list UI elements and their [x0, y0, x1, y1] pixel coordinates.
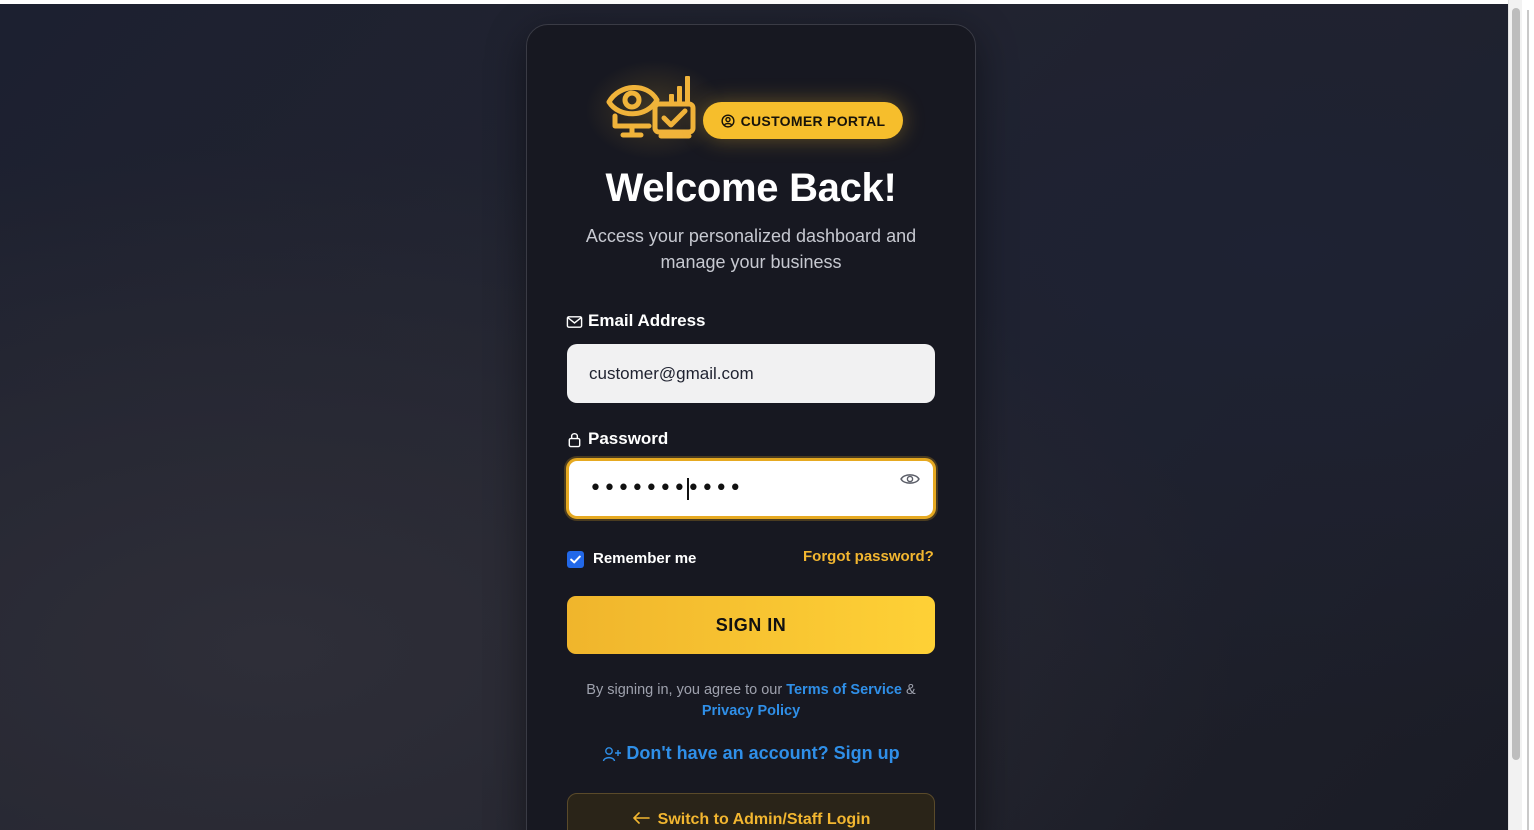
- signup-label: Don't have an account? Sign up: [626, 743, 900, 763]
- window-edge: [1522, 0, 1534, 830]
- password-label: Password: [566, 429, 668, 449]
- forgot-password-link[interactable]: Forgot password?: [803, 548, 934, 565]
- privacy-policy-link[interactable]: Privacy Policy: [702, 703, 800, 719]
- password-field-wrapper: [566, 458, 936, 519]
- portal-badge-label: CUSTOMER PORTAL: [740, 112, 886, 129]
- page-title: Welcome Back!: [605, 166, 897, 210]
- customer-portal-badge: CUSTOMER PORTAL: [703, 102, 903, 139]
- remember-me-checkbox[interactable]: [567, 551, 584, 568]
- checkmark-icon: [570, 555, 581, 564]
- remember-me: Remember me: [567, 548, 696, 568]
- switch-to-admin-login-button[interactable]: Switch to Admin/Staff Login: [567, 793, 935, 830]
- email-label-text: Email Address: [588, 311, 706, 330]
- email-field[interactable]: [567, 344, 935, 403]
- arrow-left-icon: [632, 812, 650, 824]
- show-password-toggle[interactable]: [899, 470, 921, 488]
- eye-icon: [900, 474, 920, 484]
- mail-icon: [566, 315, 583, 328]
- monitoring-logo-icon: [606, 76, 696, 139]
- user-circle-icon: [721, 113, 735, 128]
- switch-login-label: Switch to Admin/Staff Login: [657, 811, 871, 828]
- remember-me-label[interactable]: Remember me: [593, 550, 696, 567]
- legal-prefix: By signing in, you agree to our: [586, 682, 787, 698]
- text-caret: [687, 478, 689, 500]
- user-plus-icon: [603, 746, 622, 761]
- lock-icon: [568, 432, 581, 447]
- legal-joiner: &: [902, 682, 916, 698]
- password-label-text: Password: [588, 429, 669, 448]
- password-field[interactable]: [569, 461, 869, 516]
- scrollbar-thumb[interactable]: [1512, 8, 1520, 760]
- page-subtitle: Access your personalized dashboard and m…: [585, 226, 917, 272]
- signup-link[interactable]: Don't have an account? Sign up: [566, 743, 936, 764]
- terms-of-service-link[interactable]: Terms of Service: [786, 682, 902, 698]
- legal-notice: By signing in, you agree to our Terms of…: [566, 680, 936, 722]
- sign-in-button[interactable]: SIGN IN: [567, 596, 935, 654]
- page-scrollbar[interactable]: [1508, 0, 1523, 830]
- email-label: Email Address: [566, 311, 705, 331]
